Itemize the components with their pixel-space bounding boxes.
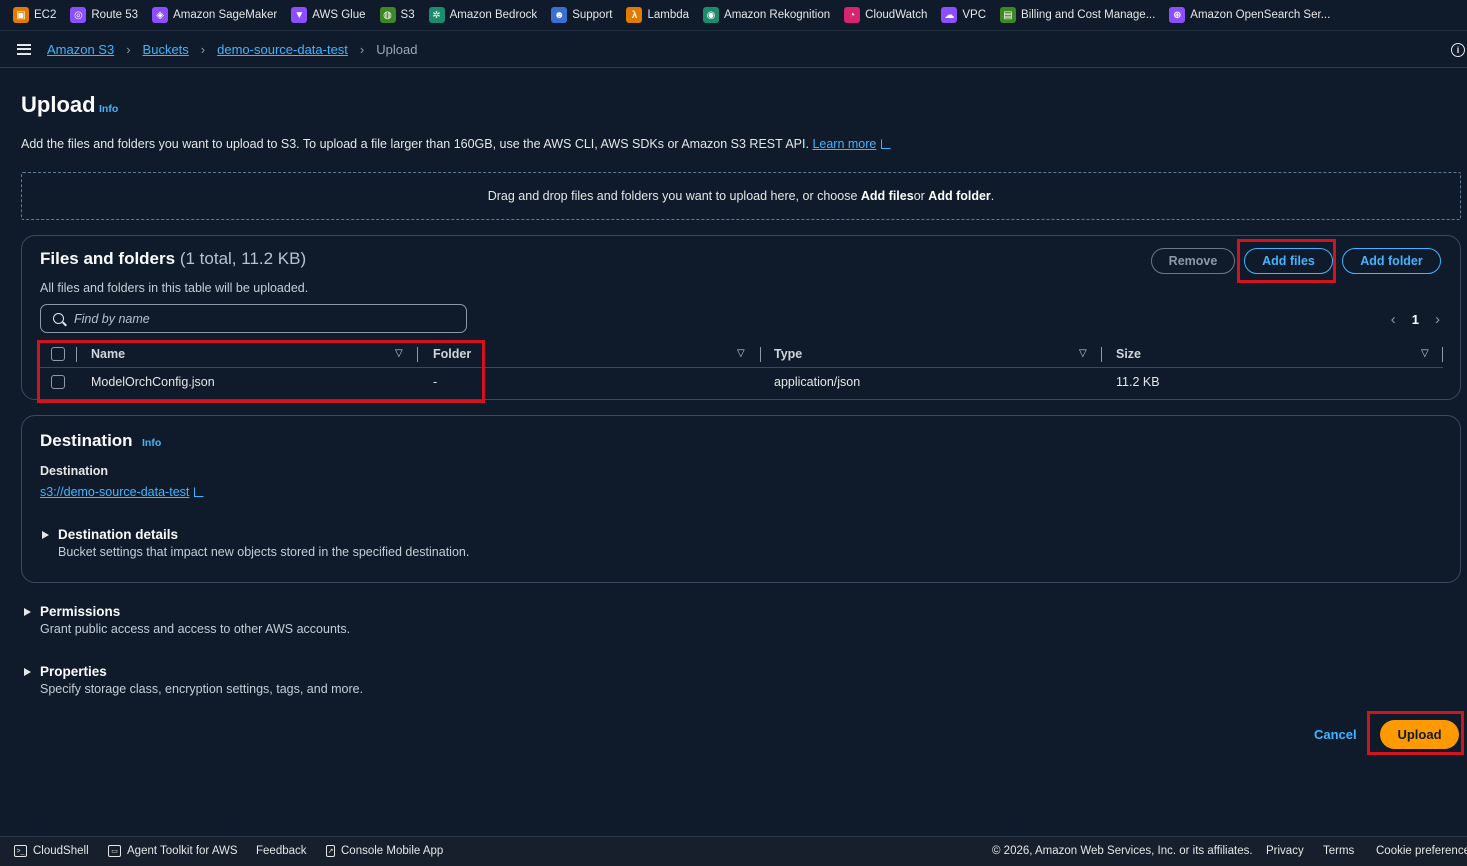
caret-right-icon [42, 530, 49, 539]
support-icon: ☻ [551, 7, 568, 23]
destination-label: Destination [40, 464, 109, 478]
favorite-s3[interactable]: ◍ S3 [379, 7, 415, 23]
breadcrumb-buckets[interactable]: Buckets [143, 42, 189, 57]
terminal-icon: >_ [14, 845, 27, 857]
column-divider [1101, 347, 1102, 362]
cookie-preferences-link[interactable]: Cookie preferences [1376, 845, 1467, 857]
vpc-icon: ☁ [941, 7, 958, 23]
sort-icon[interactable]: ▽ [737, 348, 745, 359]
chevron-right-icon: › [359, 41, 365, 57]
cancel-button[interactable]: Cancel [1314, 727, 1357, 742]
destination-link-wrap: s3://demo-source-data-test [40, 485, 205, 499]
cloudshell-button[interactable]: >_ CloudShell [14, 845, 89, 857]
search-icon [53, 313, 64, 324]
destination-panel: Destination Info Destination s3://demo-s… [21, 415, 1461, 583]
external-link-icon [881, 139, 892, 149]
toolkit-icon: ▭ [108, 845, 121, 857]
upload-button[interactable]: Upload [1380, 720, 1459, 749]
mobile-app-link[interactable]: ↗ Console Mobile App [326, 845, 443, 857]
page-title: Upload [21, 92, 96, 117]
caret-right-icon [24, 667, 31, 676]
sort-icon[interactable]: ▽ [1421, 348, 1429, 359]
page-description: Add the files and folders you want to up… [21, 137, 892, 151]
agent-toolkit-button[interactable]: ▭ Agent Toolkit for AWS [108, 845, 238, 857]
permissions-expander[interactable]: Permissions Grant public access and acce… [24, 604, 350, 636]
destination-info-link[interactable]: Info [142, 437, 161, 449]
column-header-size[interactable]: Size [1116, 347, 1141, 361]
column-header-type[interactable]: Type [774, 347, 802, 361]
breadcrumb-bar: Amazon S3 › Buckets › demo-source-data-t… [0, 31, 1467, 68]
lambda-icon: λ [626, 7, 643, 23]
favorite-ec2[interactable]: ▣ EC2 [13, 7, 56, 23]
destination-panel-title: Destination [40, 431, 133, 450]
files-count: (1 total, 11.2 KB) [179, 249, 307, 268]
favorite-rekognition[interactable]: ◉ Amazon Rekognition [703, 7, 830, 23]
external-link-icon: ↗ [326, 845, 335, 857]
favorite-billing[interactable]: ▤ Billing and Cost Manage... [1000, 7, 1155, 23]
favorite-cloudwatch[interactable]: ◔ CloudWatch [844, 7, 927, 23]
page-number[interactable]: 1 [1412, 312, 1419, 327]
terms-link[interactable]: Terms [1323, 845, 1354, 857]
footer: >_ CloudShell ▭ Agent Toolkit for AWS Feed… [0, 836, 1467, 866]
chevron-left-icon[interactable]: ‹ [1391, 311, 1396, 328]
properties-expander[interactable]: Properties Specify storage class, encryp… [24, 664, 363, 696]
files-panel-title: Files and folders (1 total, 11.2 KB) [40, 249, 307, 268]
route53-icon: ◎ [70, 7, 87, 23]
breadcrumb-current: Upload [376, 41, 418, 57]
menu-icon[interactable] [17, 43, 31, 55]
favorite-opensearch[interactable]: ⊕ Amazon OpenSearch Ser... [1169, 7, 1330, 23]
chevron-right-icon: › [200, 41, 206, 57]
highlight-add-files [1237, 239, 1336, 283]
search-input[interactable]: Find by name [40, 304, 467, 333]
sort-icon[interactable]: ▽ [1079, 348, 1087, 359]
breadcrumb-bucket[interactable]: demo-source-data-test [217, 42, 348, 57]
favorites-bar: ▣ EC2 ◎ Route 53 ◈ Amazon SageMaker ▼ AWS Glue ◍… [0, 0, 1467, 31]
caret-right-icon [24, 607, 31, 616]
chevron-right-icon: › [126, 41, 131, 57]
ec2-icon: ▣ [13, 7, 29, 23]
billing-icon: ▤ [1000, 7, 1017, 23]
feedback-link[interactable]: Feedback [256, 845, 307, 857]
files-panel-subtitle: All files and folders in this table will… [40, 281, 309, 295]
column-divider [1442, 347, 1443, 362]
drop-zone[interactable]: Drag and drop files and folders you want… [21, 172, 1461, 220]
remove-button[interactable]: Remove [1151, 248, 1235, 274]
bedrock-icon: ✲ [428, 7, 445, 23]
copyright: © 2026, Amazon Web Services, Inc. or its… [992, 845, 1253, 857]
cloudwatch-icon: ◔ [844, 7, 861, 23]
highlight-file-row [37, 340, 485, 403]
favorite-route53[interactable]: ◎ Route 53 [70, 7, 138, 23]
destination-link[interactable]: s3://demo-source-data-test [40, 485, 189, 499]
favorite-glue[interactable]: ▼ AWS Glue [291, 7, 366, 23]
destination-details-expander[interactable]: Destination details Bucket settings that… [42, 527, 469, 559]
favorite-bedrock[interactable]: ✲ Amazon Bedrock [428, 7, 537, 23]
chevron-right-icon[interactable]: › [1435, 311, 1440, 328]
favorite-vpc[interactable]: ☁ VPC [941, 7, 986, 23]
file-type: application/json [774, 375, 861, 389]
s3-icon: ◍ [379, 7, 396, 23]
add-folder-button[interactable]: Add folder [1342, 248, 1441, 274]
favorite-sagemaker[interactable]: ◈ Amazon SageMaker [152, 7, 277, 23]
rekognition-icon: ◉ [703, 7, 720, 23]
sagemaker-icon: ◈ [152, 7, 169, 23]
info-circle-icon[interactable]: i [1451, 43, 1465, 57]
page-info-link[interactable]: Info [99, 103, 118, 115]
favorite-lambda[interactable]: λ Lambda [626, 7, 689, 23]
opensearch-icon: ⊕ [1169, 7, 1186, 23]
learn-more-link[interactable]: Learn more [812, 137, 876, 151]
breadcrumb-amazon-s3[interactable]: Amazon S3 [47, 42, 114, 57]
column-divider [760, 347, 761, 362]
privacy-link[interactable]: Privacy [1266, 845, 1304, 857]
pagination: ‹ 1 › [1391, 311, 1440, 328]
external-link-icon [194, 487, 205, 497]
file-size: 11.2 KB [1116, 375, 1160, 389]
favorite-support[interactable]: ☻ Support [551, 7, 612, 23]
glue-icon: ▼ [291, 7, 308, 23]
